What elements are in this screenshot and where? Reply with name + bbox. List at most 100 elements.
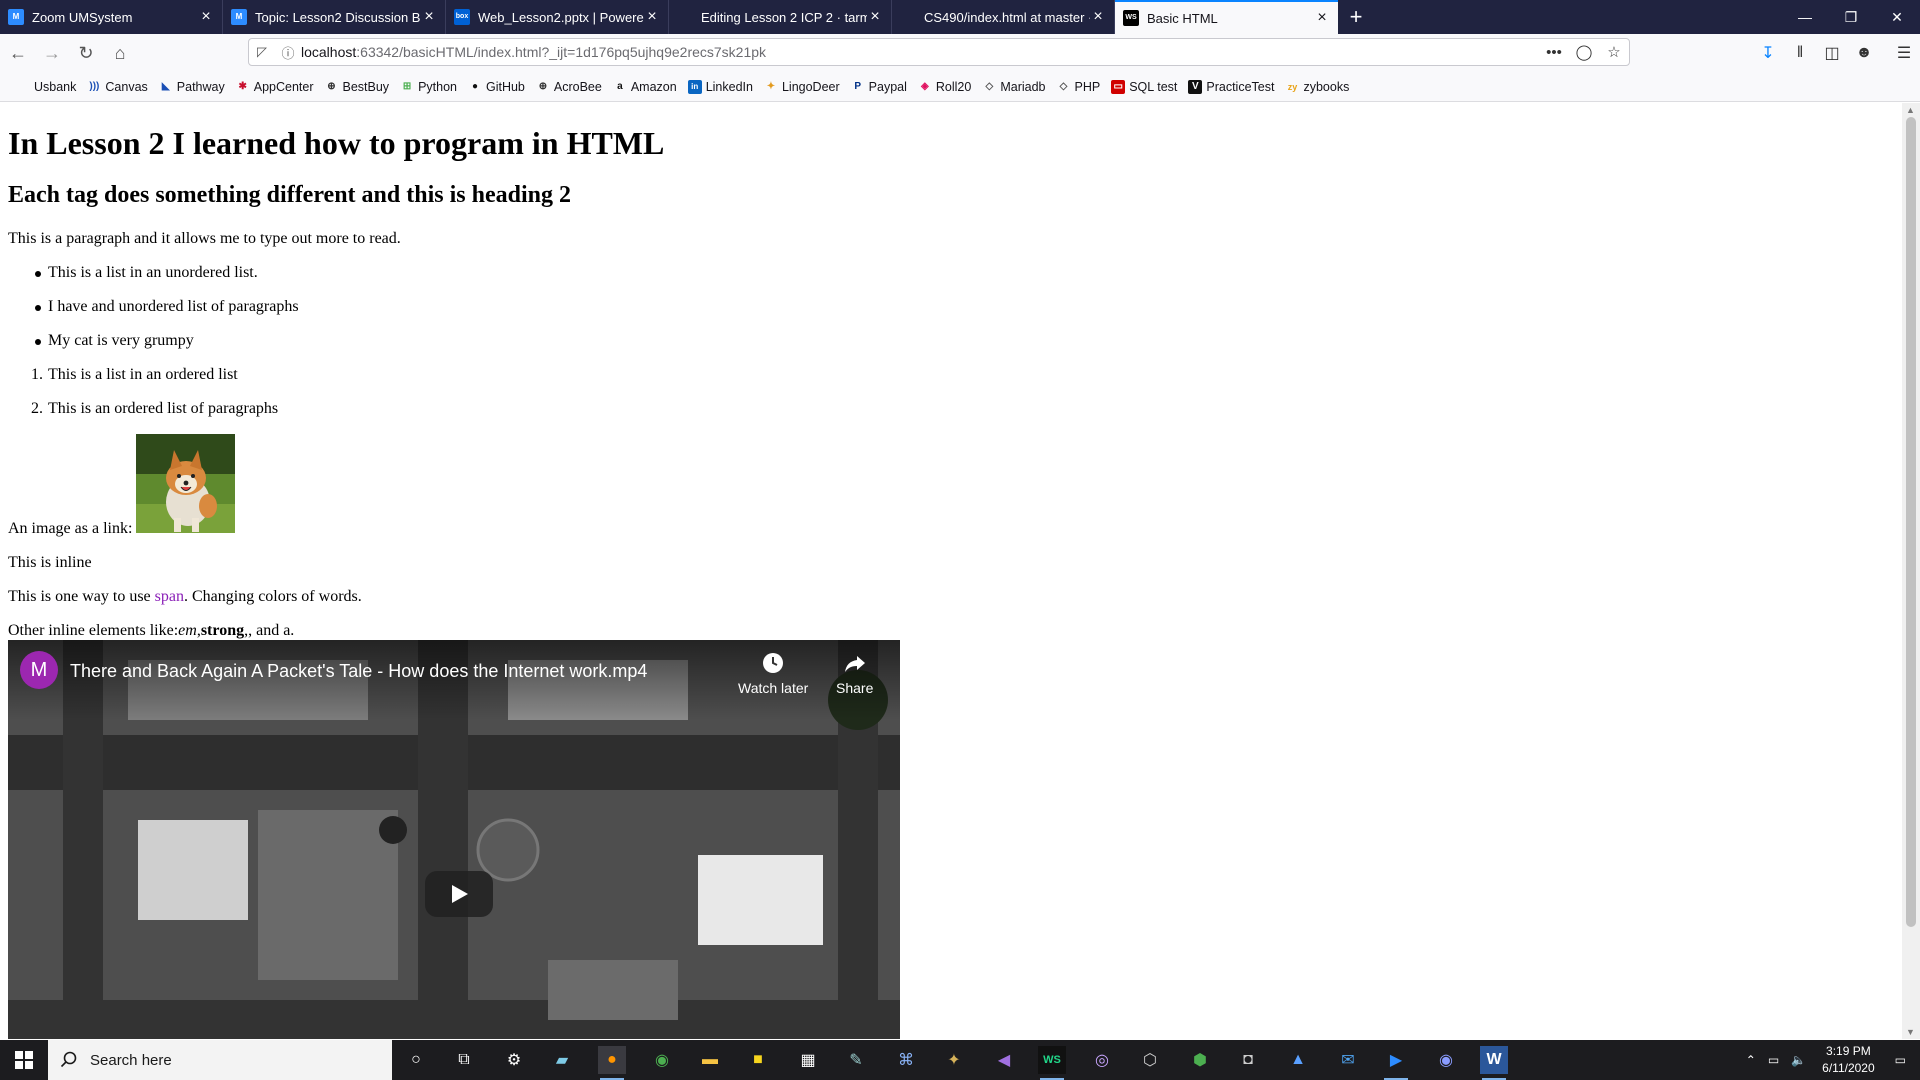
chevron-up-icon[interactable]: ⌃: [1746, 1053, 1756, 1067]
tab-basic-html[interactable]: WS Basic HTML ×: [1115, 0, 1338, 34]
page-actions-icon[interactable]: •••: [1539, 44, 1569, 61]
ordered-list-item: 1. This is a list in an ordered list: [31, 366, 238, 384]
span-colored-word[interactable]: span: [155, 588, 184, 605]
video-title[interactable]: There and Back Again A Packet's Tale - H…: [70, 661, 647, 682]
discord-icon[interactable]: ◉: [1432, 1046, 1460, 1074]
close-icon[interactable]: ×: [1314, 9, 1330, 27]
paint-icon[interactable]: ✎: [842, 1046, 870, 1074]
bookmark-github[interactable]: ● GitHub: [468, 80, 525, 94]
bullet-icon: [35, 305, 41, 311]
green-app-icon[interactable]: ⬢: [1186, 1046, 1214, 1074]
cortana-icon[interactable]: ○: [402, 1046, 430, 1074]
task-view-icon[interactable]: ⧉: [450, 1046, 478, 1074]
bookmark-mariadb[interactable]: ◇ Mariadb: [982, 80, 1045, 94]
scroll-up-icon[interactable]: ▲: [1906, 105, 1915, 115]
back-icon[interactable]: ←: [2, 37, 34, 69]
address-bar[interactable]: ◸ ⓘ localhost:63342/basicHTML/index.html…: [248, 38, 1630, 66]
close-icon[interactable]: ×: [867, 8, 883, 26]
close-icon[interactable]: ×: [421, 8, 437, 26]
bookmark-sqltest[interactable]: ▭ SQL test: [1111, 79, 1177, 94]
new-tab-button[interactable]: +: [1338, 0, 1374, 34]
chrome-icon[interactable]: ◉: [648, 1046, 676, 1074]
app-icon[interactable]: ▰: [548, 1046, 576, 1074]
purple-app-icon[interactable]: ◎: [1088, 1046, 1116, 1074]
bookmark-linkedin[interactable]: in LinkedIn: [687, 79, 753, 94]
mail-icon[interactable]: ✉: [1334, 1046, 1362, 1074]
home-icon[interactable]: ⌂: [104, 37, 136, 69]
bookmark-zybooks[interactable]: zy zybooks: [1285, 80, 1350, 94]
php-icon: ◇: [1059, 80, 1068, 92]
bookmark-roll20[interactable]: ◈ Roll20: [918, 80, 971, 94]
share-button[interactable]: Share: [836, 652, 873, 696]
bookmark-appcenter[interactable]: ✱ AppCenter: [236, 80, 314, 94]
bookmark-php[interactable]: ◇ PHP: [1057, 80, 1101, 94]
scrollbar-thumb[interactable]: [1906, 117, 1916, 927]
tab-cs490-index[interactable]: CS490/index.html at master · ta ×: [892, 0, 1115, 34]
minimize-icon[interactable]: —: [1782, 0, 1828, 34]
bookmark-python[interactable]: ⊞ Python: [400, 80, 457, 94]
list-number: 1.: [31, 366, 43, 383]
taskbar-search-box[interactable]: Search here: [48, 1040, 392, 1080]
forward-icon[interactable]: →: [36, 37, 68, 69]
firefox-icon[interactable]: ●: [598, 1046, 626, 1080]
account-icon[interactable]: ☻: [1848, 44, 1880, 62]
game-icon[interactable]: ✦: [940, 1046, 968, 1074]
calculator-icon[interactable]: ▦: [794, 1046, 822, 1074]
library-icon[interactable]: ‖: [1784, 44, 1816, 62]
network-icon[interactable]: ▭: [1768, 1053, 1779, 1067]
system-clock[interactable]: 3:19 PM 6/11/2020: [1822, 1043, 1875, 1077]
close-icon[interactable]: ×: [198, 8, 214, 26]
bookmark-bestbuy[interactable]: ⊕ BestBuy: [325, 80, 389, 94]
bookmark-acrobee[interactable]: ⊕ AcroBee: [536, 80, 602, 94]
menu-icon[interactable]: ☰: [1888, 43, 1920, 63]
download-icon[interactable]: ↧: [1752, 43, 1784, 63]
dog-image-link[interactable]: [136, 434, 235, 533]
page-scrollbar[interactable]: ▲ ▼: [1902, 103, 1920, 1039]
bookmark-star-icon[interactable]: ☆: [1599, 43, 1629, 61]
sticky-notes-icon[interactable]: ■: [744, 1046, 772, 1074]
clock-time: 3:19 PM: [1826, 1044, 1871, 1058]
azure-icon[interactable]: ▲: [1284, 1046, 1312, 1074]
tab-editing-lesson2[interactable]: Editing Lesson 2 ICP 2 · tarmen ×: [669, 0, 892, 34]
shield-icon[interactable]: ◸: [249, 44, 275, 60]
bookmark-amazon[interactable]: a Amazon: [613, 80, 677, 94]
bookmark-practicetest[interactable]: V PracticeTest: [1188, 79, 1274, 94]
watch-later-button[interactable]: Watch later: [738, 652, 808, 696]
bookmark-usbank[interactable]: Usbank: [16, 80, 76, 94]
sidebar-icon[interactable]: ◫: [1816, 43, 1848, 63]
bookmark-lingodeer[interactable]: ✦ LingoDeer: [764, 80, 840, 94]
paypal-icon: P: [854, 80, 861, 92]
pocket-icon[interactable]: ◯: [1569, 43, 1599, 61]
file-explorer-icon[interactable]: ▬: [696, 1046, 724, 1074]
webstorm-icon[interactable]: WS: [1038, 1046, 1066, 1080]
bookmark-canvas[interactable]: ))) Canvas: [87, 80, 147, 94]
embedded-video[interactable]: M There and Back Again A Packet's Tale -…: [8, 640, 900, 1039]
span-paragraph: This is one way to use span. Changing co…: [8, 588, 362, 606]
start-button[interactable]: [0, 1040, 48, 1080]
visual-studio-icon[interactable]: ◀: [990, 1046, 1018, 1074]
bookmark-pathway[interactable]: ◣ Pathway: [159, 80, 225, 94]
close-icon[interactable]: ×: [1090, 8, 1106, 26]
play-button[interactable]: [425, 871, 493, 917]
box-app-icon[interactable]: ⬡: [1136, 1046, 1164, 1074]
word-icon[interactable]: W: [1480, 1046, 1508, 1080]
tab-web-lesson2[interactable]: box Web_Lesson2.pptx | Powered b ×: [446, 0, 669, 34]
tab-discussion[interactable]: M Topic: Lesson2 Discussion Boar ×: [223, 0, 446, 34]
span-text-after: . Changing colors of words.: [183, 588, 362, 605]
notification-icon[interactable]: ▭: [1895, 1053, 1906, 1067]
zoom-icon[interactable]: ▶: [1382, 1046, 1410, 1080]
channel-avatar[interactable]: M: [20, 651, 58, 689]
settings-icon[interactable]: ⚙: [500, 1046, 528, 1074]
close-window-icon[interactable]: ✕: [1874, 0, 1920, 34]
reload-icon[interactable]: ↻: [70, 37, 102, 69]
bookmark-paypal[interactable]: P Paypal: [851, 80, 907, 94]
canvas-icon: ))): [89, 80, 100, 92]
close-icon[interactable]: ×: [644, 8, 660, 26]
camera-icon[interactable]: ◘: [1234, 1046, 1262, 1074]
tab-zoom[interactable]: M Zoom UMSystem ×: [0, 0, 223, 34]
scroll-down-icon[interactable]: ▼: [1906, 1027, 1915, 1037]
info-icon[interactable]: ⓘ: [275, 43, 301, 62]
restore-icon[interactable]: ❐: [1828, 0, 1874, 34]
volume-icon[interactable]: 🔈: [1791, 1053, 1806, 1067]
network-app-icon[interactable]: ⌘: [892, 1046, 920, 1074]
